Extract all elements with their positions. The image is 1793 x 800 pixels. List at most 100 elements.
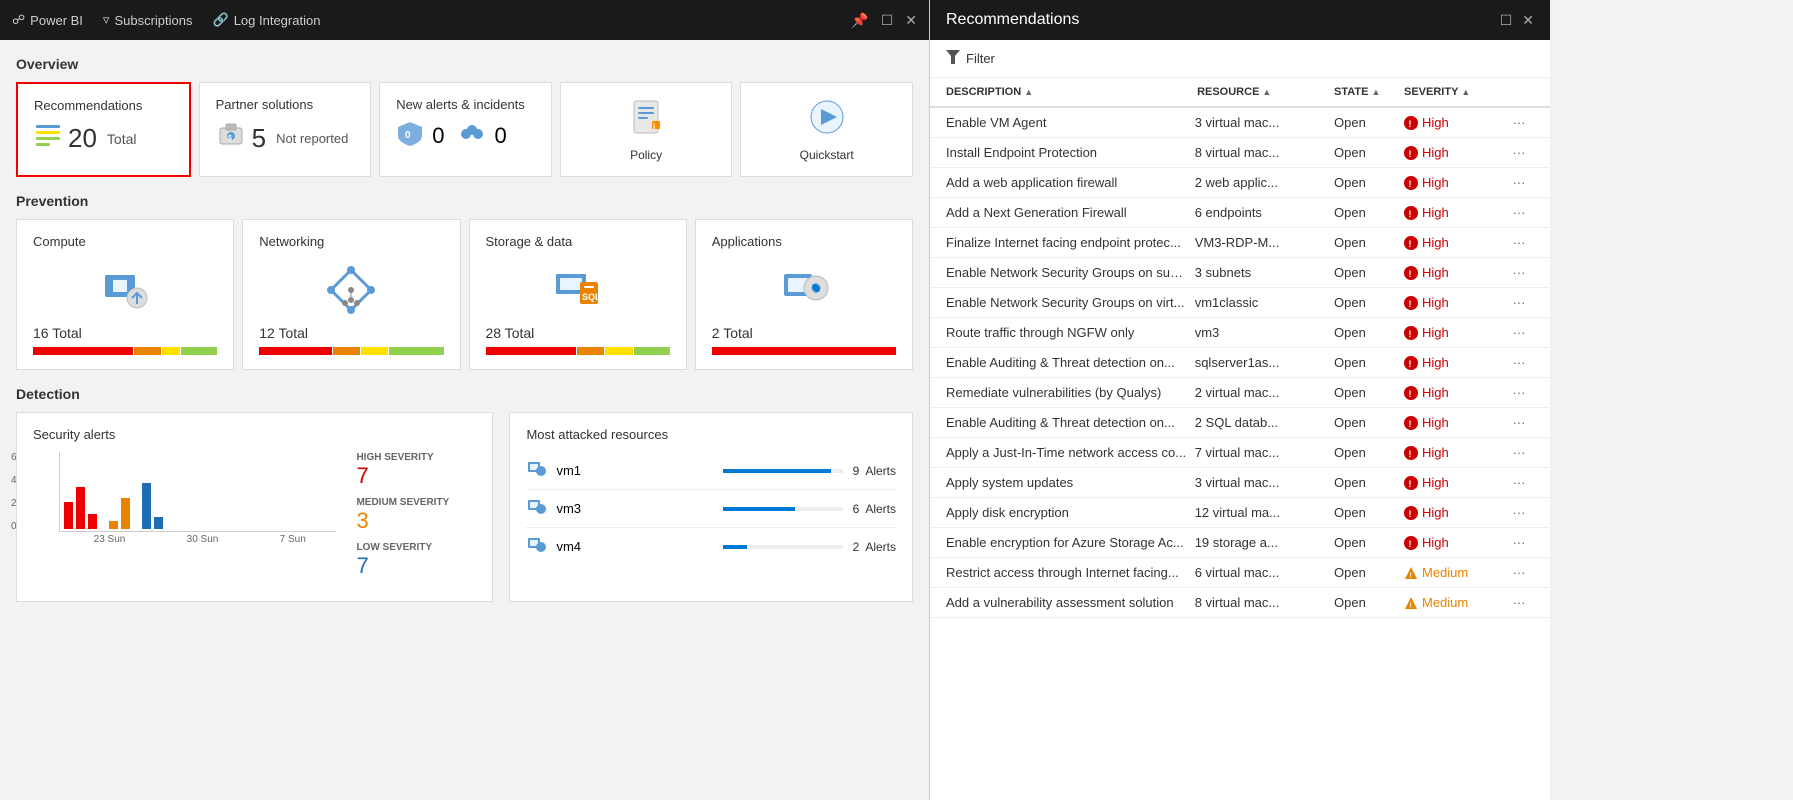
quickstart-label: Quickstart [800, 148, 854, 162]
severity-text: High [1422, 325, 1449, 340]
chart-x-labels: 23 Sun 30 Sun 7 Sun [59, 534, 336, 545]
table-row[interactable]: Apply disk encryption 12 virtual ma... O… [930, 498, 1550, 528]
rec-state: Open [1334, 175, 1404, 190]
rec-row-menu[interactable]: ··· [1504, 145, 1534, 160]
rec-row-menu[interactable]: ··· [1504, 565, 1534, 580]
table-row[interactable]: Add a vulnerability assessment solution … [930, 588, 1550, 618]
rec-resource: sqlserver1as... [1195, 355, 1334, 370]
rec-row-menu[interactable]: ··· [1504, 535, 1534, 550]
bar-5 [121, 498, 130, 529]
networking-card[interactable]: Networking [242, 219, 460, 370]
quickstart-icon-svg [807, 97, 847, 137]
table-row[interactable]: Remediate vulnerabilities (by Qualys) 2 … [930, 378, 1550, 408]
table-row[interactable]: Restrict access through Internet facing.… [930, 558, 1550, 588]
rec-description: Add a web application firewall [946, 175, 1195, 190]
rec-row-menu[interactable]: ··· [1504, 415, 1534, 430]
quickstart-card[interactable]: Quickstart [740, 82, 913, 177]
rec-severity: ! High [1404, 235, 1504, 250]
partner-solutions-card[interactable]: Partner solutions $ 5 Not reported [199, 82, 372, 177]
power-bi-button[interactable]: ☍ Power BI [12, 12, 83, 28]
rec-row-menu[interactable]: ··· [1504, 235, 1534, 250]
attacked-item-vm4[interactable]: vm4 2 Alerts [526, 528, 896, 565]
rec-row-menu[interactable]: ··· [1504, 295, 1534, 310]
table-row[interactable]: Finalize Internet facing endpoint protec… [930, 228, 1550, 258]
table-row[interactable]: Add a web application firewall 2 web app… [930, 168, 1550, 198]
close-icon[interactable]: ✕ [905, 12, 917, 29]
severity-text: High [1422, 175, 1449, 190]
table-row[interactable]: Apply a Just-In-Time network access co..… [930, 438, 1550, 468]
table-row[interactable]: Enable Auditing & Threat detection on...… [930, 408, 1550, 438]
table-row[interactable]: Route traffic through NGFW only vm3 Open… [930, 318, 1550, 348]
filter-icon [946, 50, 960, 67]
most-attacked-card: Most attacked resources vm1 [509, 412, 913, 602]
prevention-cards: Compute 16 Total [16, 219, 913, 370]
overview-cards: Recommendations 20 Total [16, 82, 913, 177]
table-row[interactable]: Install Endpoint Protection 8 virtual ma… [930, 138, 1550, 168]
attacked-item-vm1[interactable]: vm1 9 Alerts [526, 452, 896, 490]
col-description-header[interactable]: DESCRIPTION ▲ [946, 86, 1197, 98]
rec-row-menu[interactable]: ··· [1504, 115, 1534, 130]
right-minimize-icon[interactable]: ☐ [1500, 12, 1513, 29]
rec-description: Finalize Internet facing endpoint protec… [946, 235, 1195, 250]
rec-severity: ! High [1404, 415, 1504, 430]
compute-icon [95, 260, 155, 320]
table-row[interactable]: Add a Next Generation Firewall 6 endpoin… [930, 198, 1550, 228]
recommendations-card[interactable]: Recommendations 20 Total [16, 82, 191, 177]
svg-text:!: ! [1409, 269, 1412, 279]
rec-row-menu[interactable]: ··· [1504, 505, 1534, 520]
applications-card[interactable]: Applications 2 Total [695, 219, 913, 370]
rec-row-menu[interactable]: ··· [1504, 355, 1534, 370]
attacked-item-vm3[interactable]: vm3 6 Alerts [526, 490, 896, 528]
rec-row-menu[interactable]: ··· [1504, 265, 1534, 280]
rec-row-menu[interactable]: ··· [1504, 205, 1534, 220]
table-row[interactable]: Enable VM Agent 3 virtual mac... Open ! … [930, 108, 1550, 138]
policy-label: Policy [630, 148, 662, 162]
resource-sort-icon: ▲ [1262, 87, 1271, 97]
svg-text:!: ! [1409, 389, 1412, 399]
severity-text: High [1422, 505, 1449, 520]
log-integration-button[interactable]: 🔗 Log Integration [213, 12, 321, 28]
toolbar-left: ☍ Power BI ▿ Subscriptions 🔗 Log Integra… [12, 12, 320, 28]
compute-title: Compute [33, 234, 217, 249]
col-state-header[interactable]: STATE ▲ [1334, 86, 1404, 98]
policy-icon: i [626, 97, 666, 140]
rec-row-menu[interactable]: ··· [1504, 445, 1534, 460]
table-row[interactable]: Apply system updates 3 virtual mac... Op… [930, 468, 1550, 498]
rec-resource: 6 virtual mac... [1195, 565, 1334, 580]
rec-state: Open [1334, 145, 1404, 160]
minimize-icon[interactable]: ☐ [881, 12, 894, 29]
high-severity-value: 7 [356, 463, 476, 489]
svg-text:SQL: SQL [582, 292, 601, 302]
storage-card[interactable]: Storage & data SQL 28 Total [469, 219, 687, 370]
rec-row-menu[interactable]: ··· [1504, 475, 1534, 490]
new-alerts-card[interactable]: New alerts & incidents 0 0 [379, 82, 552, 177]
right-close-icon[interactable]: ✕ [1522, 12, 1534, 29]
table-row[interactable]: Enable Auditing & Threat detection on...… [930, 348, 1550, 378]
table-row[interactable]: Enable Network Security Groups on virt..… [930, 288, 1550, 318]
policy-card[interactable]: i Policy [560, 82, 733, 177]
rec-description: Add a Next Generation Firewall [946, 205, 1195, 220]
subscriptions-icon: ▿ [103, 12, 110, 28]
table-row[interactable]: Enable encryption for Azure Storage Ac..… [930, 528, 1550, 558]
svg-text:!: ! [1409, 359, 1412, 369]
rec-row-menu[interactable]: ··· [1504, 175, 1534, 190]
right-header-icons: ☐ ✕ [1500, 12, 1534, 29]
col-severity-header[interactable]: SEVERITY ▲ [1404, 86, 1504, 98]
svg-text:!: ! [1409, 329, 1412, 339]
table-row[interactable]: Enable Network Security Groups on sub...… [930, 258, 1550, 288]
rec-severity: ! Medium [1404, 565, 1504, 580]
rec-row-menu[interactable]: ··· [1504, 595, 1534, 610]
compute-card[interactable]: Compute 16 Total [16, 219, 234, 370]
rec-row-menu[interactable]: ··· [1504, 385, 1534, 400]
svg-text:!: ! [1410, 572, 1412, 579]
rec-resource: 7 virtual mac... [1195, 445, 1334, 460]
filter-bar[interactable]: Filter [930, 40, 1550, 78]
svg-text:!: ! [1409, 539, 1412, 549]
rec-state: Open [1334, 325, 1404, 340]
pin-icon[interactable]: 📌 [851, 12, 868, 29]
col-resource-header[interactable]: RESOURCE ▲ [1197, 86, 1334, 98]
subscriptions-button[interactable]: ▿ Subscriptions [103, 12, 193, 28]
networking-bar [259, 347, 443, 355]
filter-icon-svg [946, 50, 960, 64]
rec-row-menu[interactable]: ··· [1504, 325, 1534, 340]
